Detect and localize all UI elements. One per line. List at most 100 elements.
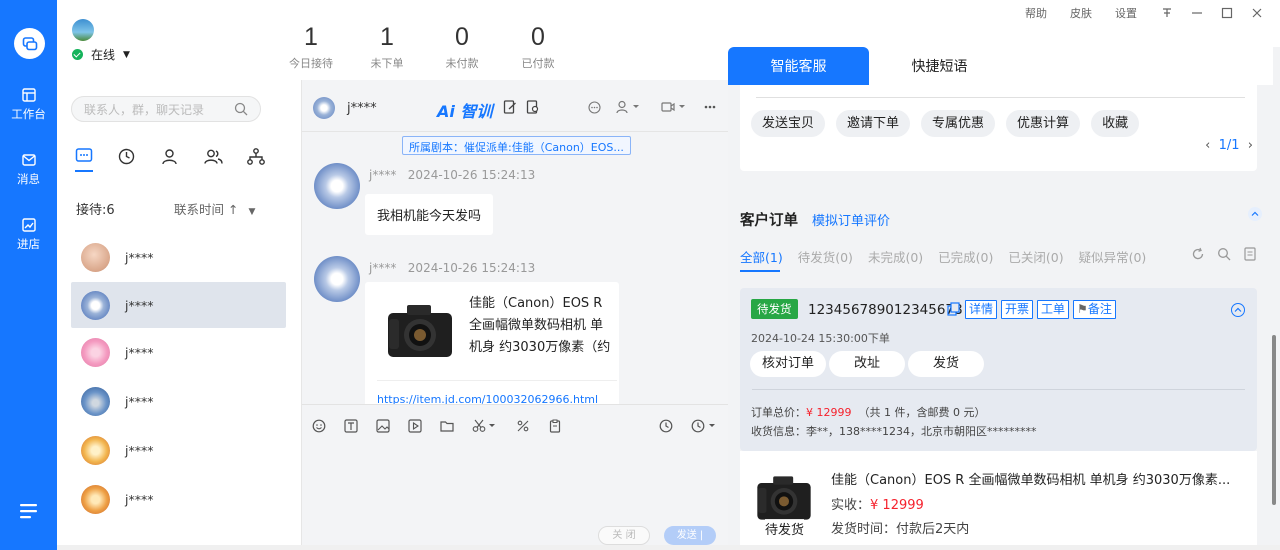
simulate-review-link[interactable]: 模拟订单评价 <box>812 210 890 229</box>
doc-search-icon[interactable] <box>526 100 540 114</box>
contact-item[interactable]: j**** <box>71 233 286 282</box>
nav-item-store[interactable]: 进店 <box>0 218 57 252</box>
contact-name: j**** <box>125 250 154 265</box>
ai-training-button[interactable]: Ai 智训 <box>437 98 492 122</box>
minimize-icon[interactable] <box>1190 6 1204 20</box>
message-input[interactable]: 关 闭 发送 | <box>302 444 729 545</box>
status-selector[interactable]: 在线 ▼ <box>72 46 130 63</box>
assistant-panel: 智能客服 快捷短语 发送宝贝 邀请下单 专属优惠 优惠计算 收藏 ‹ 1/1 ›… <box>728 47 1280 545</box>
tab-history-icon[interactable] <box>118 146 161 166</box>
contact-item[interactable]: j**** <box>71 328 286 377</box>
queue-count: 接待:6 <box>76 203 115 218</box>
favorite-chip[interactable]: 收藏 <box>1091 110 1140 137</box>
close-chat-button[interactable]: 关 闭 <box>598 526 650 545</box>
order-card: 待发货 123456789012345678 详情 开票 工单 ⚑备注 2024… <box>740 288 1257 451</box>
text-format-icon[interactable] <box>344 419 358 433</box>
exclusive-discount-chip[interactable]: 专属优惠 <box>921 110 996 137</box>
chat-header: j**** Ai 智训 <box>302 80 729 132</box>
contact-item[interactable]: j**** <box>71 377 286 426</box>
video-call-icon[interactable] <box>661 100 687 114</box>
active-tab-underline <box>75 170 93 172</box>
pin-icon[interactable] <box>1160 6 1174 20</box>
order-tab-abnormal[interactable]: 疑似异常(0) <box>1079 247 1147 266</box>
edit-doc-icon[interactable] <box>503 100 517 114</box>
more-icon[interactable] <box>704 105 716 109</box>
image-icon[interactable] <box>376 419 390 433</box>
chevron-left-icon[interactable]: ‹ <box>1205 138 1210 153</box>
video-icon[interactable] <box>408 419 422 433</box>
more-chat-icon[interactable] <box>588 101 601 114</box>
scrollbar[interactable] <box>1272 335 1276 505</box>
invite-order-chip[interactable]: 邀请下单 <box>836 110 911 137</box>
order-tab-pending-ship[interactable]: 待发货(0) <box>798 247 853 266</box>
contact-item[interactable]: j**** <box>71 475 286 524</box>
tab-group-icon[interactable] <box>204 146 247 166</box>
order-tab-complete[interactable]: 已完成(0) <box>938 247 993 266</box>
send-item-chip[interactable]: 发送宝贝 <box>751 110 826 137</box>
order-tab-all[interactable]: 全部(1) <box>740 247 783 266</box>
chevron-up-icon[interactable] <box>1231 303 1245 317</box>
nav-item-message[interactable]: 消息 <box>0 153 57 187</box>
chat-name: j**** <box>347 101 377 116</box>
tab-quick-phrases[interactable]: 快捷短语 <box>869 47 1010 85</box>
change-address-button[interactable]: 改址 <box>829 351 905 377</box>
transfer-user-icon[interactable] <box>616 100 642 114</box>
document-icon[interactable] <box>1243 247 1257 261</box>
contact-item[interactable]: j**** <box>71 426 286 475</box>
discount-icon[interactable] <box>516 419 530 433</box>
stat-value: 1 <box>304 23 318 51</box>
script-tag[interactable]: 所属剧本：催促派单:佳能（Canon）EOS... <box>402 136 631 155</box>
folder-icon[interactable] <box>440 419 454 433</box>
product-link[interactable]: https://item.jd.com/100032062966.html <box>377 380 617 404</box>
avatar <box>314 163 360 209</box>
tab-contact-icon[interactable] <box>161 146 204 166</box>
menu-icon[interactable] <box>20 503 37 523</box>
schedule-icon[interactable] <box>691 419 717 433</box>
message-icon <box>21 154 36 166</box>
contact-item-selected[interactable]: j**** <box>71 282 286 328</box>
search-icon[interactable] <box>234 102 248 116</box>
invoice-button[interactable]: 开票 <box>1001 300 1034 319</box>
tab-smart-service[interactable]: 智能客服 <box>728 47 869 85</box>
product-card[interactable]: 佳能（Canon）EOS R 全画幅微单数码相机 单机身 约3030万像素（约3… <box>365 282 619 404</box>
history-icon[interactable] <box>659 419 673 433</box>
send-button[interactable]: 发送 | <box>664 526 716 545</box>
window-links: 帮助 皮肤 设置 <box>1025 5 1280 21</box>
maximize-icon[interactable] <box>1220 6 1234 20</box>
stat-no-order: 1 未下单 <box>352 22 422 71</box>
close-icon[interactable] <box>1250 6 1264 20</box>
emoji-icon[interactable] <box>312 419 326 433</box>
input-toolbar <box>302 404 729 444</box>
order-tab-incomplete[interactable]: 未完成(0) <box>868 247 923 266</box>
order-tab-closed[interactable]: 已关闭(0) <box>1008 247 1063 266</box>
note-button[interactable]: ⚑备注 <box>1073 300 1116 319</box>
chevron-up-icon[interactable] <box>1248 207 1262 221</box>
item-ship-time: 发货时间：付款后2天内 <box>831 522 970 537</box>
quick-action-chips: 发送宝贝 邀请下单 专属优惠 优惠计算 收藏 <box>751 110 1150 137</box>
active-tab-underline <box>740 270 780 272</box>
verify-order-button[interactable]: 核对订单 <box>750 351 826 377</box>
settings-link[interactable]: 设置 <box>1115 5 1137 21</box>
ship-button[interactable]: 发货 <box>908 351 984 377</box>
assistant-tabs: 智能客服 快捷短语 <box>728 47 1273 85</box>
skin-link[interactable]: 皮肤 <box>1070 5 1092 21</box>
nav-item-workbench[interactable]: 工作台 <box>0 88 57 122</box>
help-link[interactable]: 帮助 <box>1025 5 1047 21</box>
details-button[interactable]: 详情 <box>965 300 998 319</box>
discount-calc-chip[interactable]: 优惠计算 <box>1006 110 1081 137</box>
tab-chats-icon[interactable] <box>75 146 118 166</box>
my-avatar[interactable] <box>72 19 94 41</box>
ticket-button[interactable]: 工单 <box>1037 300 1070 319</box>
scissors-icon[interactable] <box>472 419 496 433</box>
search-input[interactable]: 联系人，群，聊天记录 <box>71 96 261 122</box>
copy-icon[interactable] <box>947 300 961 319</box>
refresh-icon[interactable] <box>1191 247 1205 261</box>
tab-org-icon[interactable] <box>247 146 290 166</box>
chevron-right-icon[interactable]: › <box>1248 138 1253 153</box>
stat-paid: 0 已付款 <box>503 22 573 71</box>
order-item[interactable]: 待发货 佳能（Canon）EOS R 全画幅微单数码相机 单机身 约3030万像… <box>740 451 1257 545</box>
sort-selector[interactable]: 联系时间 ↑ ▼ <box>174 199 255 218</box>
chat-logo-icon[interactable] <box>14 28 45 59</box>
clipboard-icon[interactable] <box>548 419 562 433</box>
search-icon[interactable] <box>1217 247 1231 261</box>
